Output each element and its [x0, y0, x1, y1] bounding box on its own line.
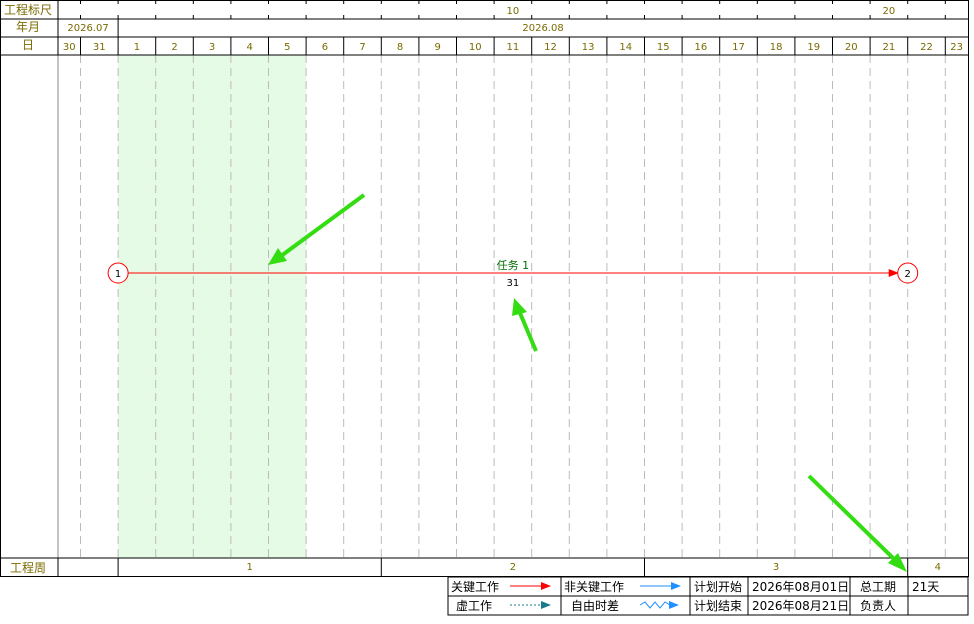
- day-label: 31: [93, 42, 106, 53]
- legend-dummy-label: 虚工作: [456, 599, 492, 613]
- total-duration-value: 21天: [912, 580, 939, 594]
- scale-tick-label: 10: [507, 6, 520, 17]
- chart-canvas: 10 202026.07 2026.0830 31 1 2 3 4 5 6 7 8 9 10 11 12 13 1…: [0, 0, 969, 616]
- day-label: 7: [359, 42, 365, 53]
- legend-free-float-label: 自由时差: [571, 599, 619, 613]
- scale-row-label: 工程标尺: [4, 2, 52, 17]
- plan-start-label: 计划开始: [694, 580, 742, 594]
- week-label: 1: [247, 562, 253, 573]
- plan-end-value: 2026年08月21日: [752, 599, 849, 613]
- legend-free-float-arrow: [639, 601, 679, 609]
- plan-end-label: 计划结束: [694, 599, 742, 613]
- month-row-label: 年月: [16, 20, 40, 34]
- day-label: 19: [807, 42, 820, 53]
- day-label: 6: [322, 42, 328, 53]
- legend-critical-label: 关键工作: [451, 580, 499, 594]
- legend-table: 关键工作 非关键工作 虚工作 自由时差 计划开始 2026年08月01日 计划结…: [447, 576, 969, 616]
- day-label: 9: [435, 42, 441, 53]
- annotation-arrows: [268, 193, 907, 572]
- end-node-number: 2: [905, 269, 911, 280]
- day-label: 18: [770, 42, 783, 53]
- week-label: 2: [510, 562, 516, 573]
- annotation-arrow-2: [518, 312, 538, 352]
- annotation-arrowhead-2: [512, 298, 527, 316]
- week-label: 4: [935, 562, 941, 573]
- week-label: 3: [773, 562, 779, 573]
- day-label: 2: [171, 42, 177, 53]
- day-label: 1: [134, 42, 140, 53]
- day-label: 23: [950, 42, 963, 53]
- day-label: 16: [695, 42, 708, 53]
- month-label: 2026.07: [67, 23, 108, 34]
- annotation-arrow-3: [807, 474, 895, 560]
- day-label: 14: [619, 42, 632, 53]
- day-row-label: 日: [22, 38, 34, 52]
- day-label: 20: [845, 42, 858, 53]
- day-label: 8: [397, 42, 403, 53]
- highlight-band: [118, 55, 307, 558]
- day-label: 11: [507, 42, 520, 53]
- week-row: 1 2 3 4: [117, 558, 941, 576]
- start-node-number: 1: [115, 269, 121, 280]
- legend-noncritical-label: 非关键工作: [564, 580, 624, 594]
- day-label: 30: [63, 42, 76, 53]
- day-label: 17: [732, 42, 745, 53]
- day-label: 21: [883, 42, 896, 53]
- day-label: 12: [544, 42, 557, 53]
- week-row-label: 工程周: [10, 560, 46, 575]
- day-label: 10: [469, 42, 482, 53]
- task-name-label: 任务 1: [497, 259, 530, 272]
- day-label: 5: [284, 42, 290, 53]
- day-label: 3: [209, 42, 215, 53]
- day-label: 13: [582, 42, 595, 53]
- scale-tick-label: 20: [883, 6, 896, 17]
- month-label: 2026.08: [522, 23, 563, 34]
- total-duration-label: 总工期: [860, 580, 896, 594]
- task-duration-label: 31: [507, 278, 520, 289]
- day-label: 22: [920, 42, 933, 53]
- network-schedule-chart: 10 20 2026.07 2026.08 30 31 1 2 3 4 5 6 7 8 9 10 11 12 13 1…: [0, 0, 974, 620]
- highlight-layer: [118, 55, 307, 558]
- day-label: 4: [247, 42, 253, 53]
- owner-label: 负责人: [860, 599, 896, 613]
- day-label: 15: [657, 42, 670, 53]
- plan-start-value: 2026年08月01日: [752, 580, 849, 594]
